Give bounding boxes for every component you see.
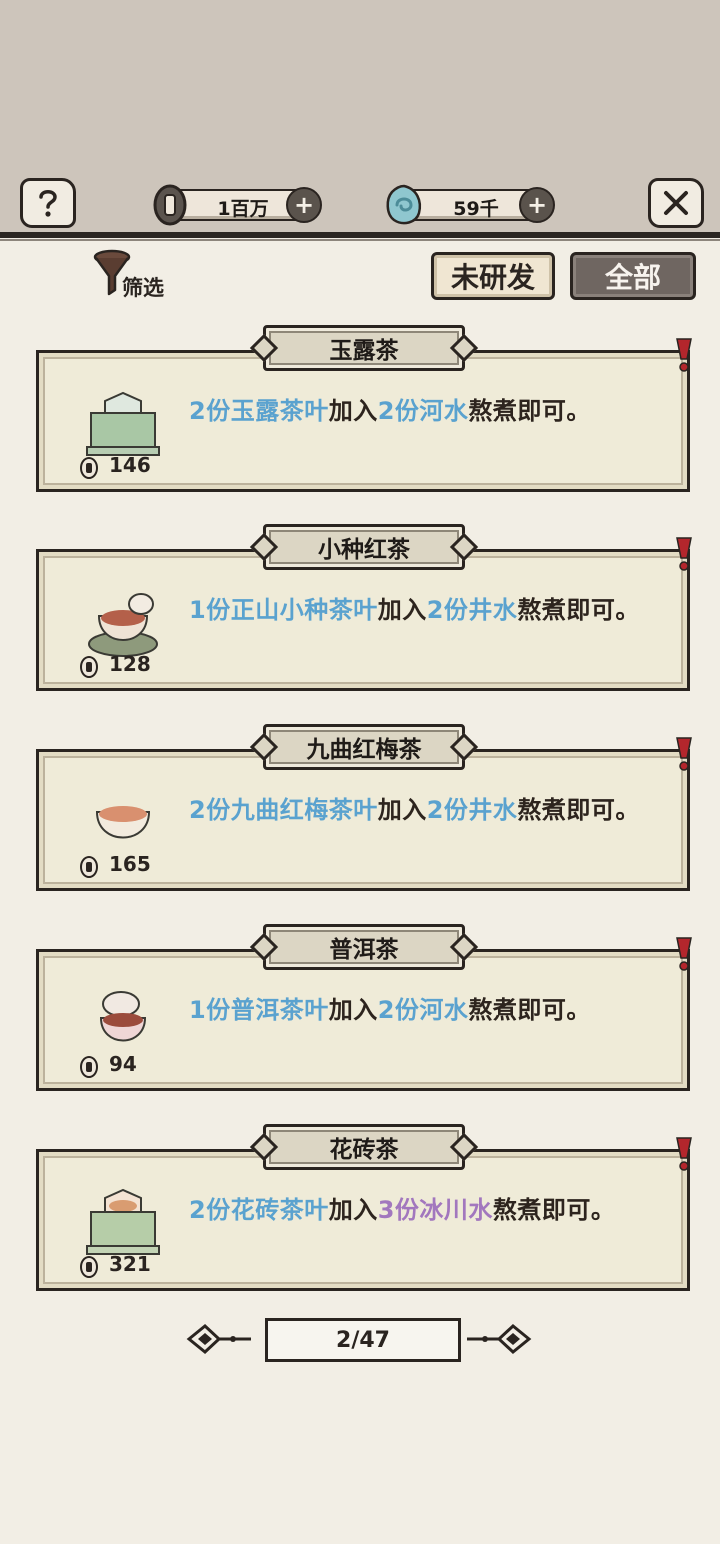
recipe-segment: 熬煮即可。 — [517, 796, 640, 824]
tea-name: 花砖茶 — [263, 1124, 465, 1170]
pin-icon — [676, 737, 692, 771]
help-button[interactable] — [20, 178, 76, 228]
add-coins-button[interactable]: + — [286, 187, 322, 223]
tea-recipe: 1份普洱茶叶加入2份河水熬煮即可。 — [189, 994, 659, 1026]
tab-undeveloped[interactable]: 未研发 — [431, 252, 555, 300]
recipe-segment: 2份井水 — [426, 596, 518, 624]
top-band — [0, 0, 720, 234]
tea-icon — [86, 1188, 160, 1255]
tea-name: 玉露茶 — [263, 325, 465, 371]
tea-price: 321 — [109, 1252, 151, 1276]
tea-icon — [86, 391, 160, 456]
coin-icon — [80, 856, 98, 878]
next-page-button[interactable] — [463, 1322, 533, 1356]
jade-icon — [386, 184, 421, 225]
tea-price: 128 — [109, 652, 151, 676]
tea-card[interactable]: 花砖茶 321 2份花砖茶叶加入3份冰川水熬煮即可。 — [36, 1124, 692, 1291]
coin-value: 1百万 — [217, 198, 269, 220]
tea-card[interactable]: 小种红茶 128 1份正山小种茶叶加入2份井水熬煮即可。 — [36, 524, 692, 691]
prev-page-button[interactable] — [185, 1322, 255, 1356]
page-indicator: 2/47 — [265, 1318, 461, 1362]
tab-all[interactable]: 全部 — [570, 252, 696, 300]
tea-price: 94 — [109, 1052, 137, 1076]
tea-icon — [88, 593, 158, 657]
recipe-segment: 2份九曲红梅茶叶 — [189, 796, 378, 824]
recipe-segment: 加入 — [328, 1196, 378, 1224]
tea-card[interactable]: 普洱茶 94 1份普洱茶叶加入2份河水熬煮即可。 — [36, 924, 692, 1091]
recipe-segment: 加入 — [328, 996, 378, 1024]
filter-button[interactable]: 筛选 — [92, 248, 182, 300]
tea-card[interactable]: 玉露茶 146 2份玉露茶叶加入2份河水熬煮即可。 — [36, 325, 692, 492]
header-divider — [0, 232, 720, 238]
tea-icon — [95, 806, 151, 839]
recipe-segment: 2份玉露茶叶 — [189, 397, 329, 425]
recipe-segment: 熬煮即可。 — [517, 596, 640, 624]
recipe-segment: 2份河水 — [377, 397, 469, 425]
jade-counter: 59千 + — [383, 184, 555, 225]
close-button[interactable] — [648, 178, 704, 228]
add-jade-button[interactable]: + — [519, 187, 555, 223]
coin-icon — [80, 656, 98, 678]
recipe-segment: 熬煮即可。 — [492, 1196, 616, 1224]
recipe-segment: 2份花砖茶叶 — [189, 1196, 329, 1224]
coin-icon — [80, 1256, 98, 1278]
tea-name: 小种红茶 — [263, 524, 465, 570]
tea-recipe: 2份花砖茶叶加入3份冰川水熬煮即可。 — [189, 1194, 659, 1226]
tea-recipe: 2份玉露茶叶加入2份河水熬煮即可。 — [189, 395, 659, 427]
pin-icon — [676, 537, 692, 571]
recipe-segment: 1份正山小种茶叶 — [189, 596, 378, 624]
pin-icon — [676, 937, 692, 971]
recipe-segment: 1份普洱茶叶 — [189, 996, 329, 1024]
help-icon — [39, 190, 57, 217]
header-divider-shadow — [0, 239, 720, 241]
recipe-segment: 加入 — [377, 796, 427, 824]
close-icon — [664, 191, 688, 215]
recipe-segment: 熬煮即可。 — [468, 397, 591, 425]
recipe-segment: 加入 — [377, 596, 427, 624]
tea-recipe: 2份九曲红梅茶叶加入2份井水熬煮即可。 — [189, 794, 659, 826]
plus-icon: + — [526, 191, 548, 219]
recipe-segment: 2份井水 — [426, 796, 518, 824]
tea-icon — [99, 991, 147, 1042]
plus-icon: + — [293, 191, 315, 219]
tea-price: 165 — [109, 852, 151, 876]
pin-icon — [676, 338, 692, 372]
pin-icon — [676, 1137, 692, 1171]
filter-label: 筛选 — [122, 276, 164, 300]
recipe-segment: 熬煮即可。 — [468, 996, 591, 1024]
recipe-segment: 加入 — [328, 397, 378, 425]
coin-counter: 1百万 + — [150, 184, 322, 226]
coin-icon — [153, 184, 187, 226]
recipe-segment: 3份冰川水 — [377, 1196, 493, 1224]
pagination: 2/47 — [185, 1318, 535, 1362]
tea-price: 146 — [109, 453, 151, 477]
tea-card[interactable]: 九曲红梅茶 165 2份九曲红梅茶叶加入2份井水熬煮即可。 — [36, 724, 692, 891]
coin-icon — [80, 1056, 98, 1078]
coin-icon — [80, 457, 98, 479]
tea-recipe: 1份正山小种茶叶加入2份井水熬煮即可。 — [189, 594, 659, 626]
jade-value: 59千 — [453, 198, 499, 220]
recipe-segment: 2份河水 — [377, 996, 469, 1024]
tea-name: 普洱茶 — [263, 924, 465, 970]
tea-name: 九曲红梅茶 — [263, 724, 465, 770]
